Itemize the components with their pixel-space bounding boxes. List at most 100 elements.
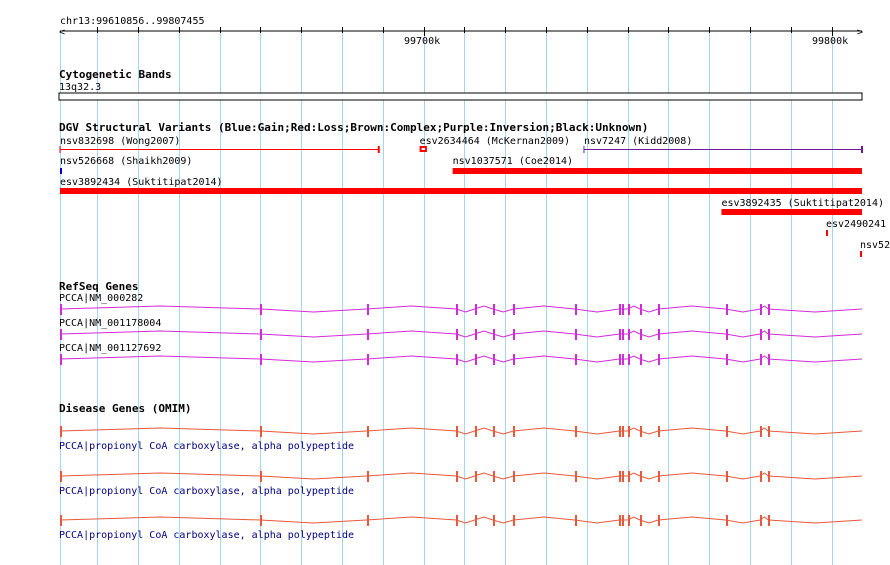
exon-mark[interactable] (367, 426, 369, 437)
exon-mark[interactable] (622, 304, 624, 315)
omim-gene-model[interactable] (59, 515, 863, 526)
exon-mark[interactable] (493, 354, 495, 365)
exon-mark[interactable] (726, 329, 728, 340)
exon-mark[interactable] (513, 471, 515, 482)
exon-mark[interactable] (513, 329, 515, 340)
exon-mark[interactable] (640, 471, 642, 482)
dgv-variant-bar[interactable] (721, 209, 862, 215)
refseq-gene-model[interactable] (59, 354, 863, 365)
exon-mark[interactable] (658, 471, 660, 482)
dgv-variant-nsv832698[interactable]: nsv832698 (Wong2007) (59, 136, 380, 153)
exon-mark[interactable] (760, 304, 762, 315)
exon-mark[interactable] (493, 515, 495, 526)
exon-mark[interactable] (456, 304, 458, 315)
genome-browser-view[interactable]: chr13:99610856..99807455 < > 99700k 9980… (0, 0, 890, 565)
exon-mark[interactable] (513, 304, 515, 315)
exon-mark[interactable] (640, 329, 642, 340)
exon-mark[interactable] (628, 426, 630, 437)
exon-mark[interactable] (726, 304, 728, 315)
exon-mark[interactable] (768, 304, 770, 315)
dgv-track[interactable]: DGV Structural Variants (Blue:Gain;Red:L… (59, 121, 890, 257)
exon-mark[interactable] (619, 304, 621, 315)
exon-mark[interactable] (658, 304, 660, 315)
exon-mark[interactable] (658, 426, 660, 437)
exon-mark[interactable] (640, 515, 642, 526)
exon-mark[interactable] (575, 304, 577, 315)
exon-mark[interactable] (475, 471, 477, 482)
dgv-variant-esv3892435[interactable]: esv3892435 (Suktitipat2014) (721, 198, 884, 215)
exon-mark[interactable] (60, 304, 62, 315)
exon-mark[interactable] (768, 354, 770, 365)
exon-mark[interactable] (260, 515, 262, 526)
exon-mark[interactable] (575, 354, 577, 365)
exon-mark[interactable] (622, 354, 624, 365)
exon-mark[interactable] (658, 329, 660, 340)
exon-mark[interactable] (367, 471, 369, 482)
exon-mark[interactable] (456, 329, 458, 340)
exon-mark[interactable] (658, 515, 660, 526)
exon-mark[interactable] (619, 515, 621, 526)
exon-mark[interactable] (475, 354, 477, 365)
exon-mark[interactable] (493, 304, 495, 315)
exon-mark[interactable] (475, 515, 477, 526)
exon-mark[interactable] (760, 354, 762, 365)
exon-mark[interactable] (575, 426, 577, 437)
exon-mark[interactable] (513, 515, 515, 526)
exon-mark[interactable] (456, 515, 458, 526)
dgv-variant-bar[interactable] (60, 188, 862, 194)
exon-mark[interactable] (619, 329, 621, 340)
exon-mark[interactable] (260, 329, 262, 340)
exon-mark[interactable] (726, 354, 728, 365)
exon-mark[interactable] (622, 426, 624, 437)
exon-mark[interactable] (622, 515, 624, 526)
exon-mark[interactable] (367, 515, 369, 526)
exon-mark[interactable] (622, 329, 624, 340)
exon-mark[interactable] (475, 304, 477, 315)
exon-mark[interactable] (60, 515, 62, 526)
refseq-gene-model[interactable] (59, 329, 863, 340)
exon-mark[interactable] (60, 426, 62, 437)
exon-mark[interactable] (628, 329, 630, 340)
exon-mark[interactable] (658, 354, 660, 365)
exon-mark[interactable] (640, 426, 642, 437)
exon-mark[interactable] (456, 426, 458, 437)
dgv-variant-nsv7247[interactable]: nsv7247 (Kidd2008) (583, 136, 863, 153)
omim-gene-model[interactable] (59, 426, 863, 437)
dgv-variant-bar[interactable] (452, 168, 862, 174)
dgv-features[interactable]: nsv832698 (Wong2007) esv2634464 (McKernan… (59, 136, 890, 257)
exon-mark[interactable] (726, 471, 728, 482)
exon-mark[interactable] (475, 329, 477, 340)
exon-mark[interactable] (760, 426, 762, 437)
cytoband-bar[interactable] (58, 92, 863, 101)
exon-mark[interactable] (622, 471, 624, 482)
exon-mark[interactable] (628, 515, 630, 526)
exon-mark[interactable] (575, 329, 577, 340)
exon-mark[interactable] (493, 471, 495, 482)
exon-mark[interactable] (768, 426, 770, 437)
exon-mark[interactable] (513, 354, 515, 365)
exon-mark[interactable] (493, 426, 495, 437)
refseq-gene-model[interactable] (59, 304, 863, 315)
exon-mark[interactable] (456, 354, 458, 365)
exon-mark[interactable] (760, 515, 762, 526)
dgv-variant-esv2634464[interactable]: esv2634464 (McKernan2009) (419, 136, 571, 152)
exon-mark[interactable] (760, 329, 762, 340)
exon-mark[interactable] (640, 354, 642, 365)
exon-mark[interactable] (768, 329, 770, 340)
exon-mark[interactable] (768, 471, 770, 482)
exon-mark[interactable] (367, 304, 369, 315)
exon-mark[interactable] (367, 329, 369, 340)
exon-mark[interactable] (575, 515, 577, 526)
exon-mark[interactable] (260, 471, 262, 482)
exon-mark[interactable] (640, 304, 642, 315)
exon-mark[interactable] (60, 354, 62, 365)
exon-mark[interactable] (619, 354, 621, 365)
exon-mark[interactable] (456, 471, 458, 482)
omim-gene-model[interactable] (59, 471, 863, 482)
exon-mark[interactable] (760, 471, 762, 482)
dgv-variant-nsv526668[interactable]: nsv526668 (Shaikh2009) (60, 156, 192, 174)
dgv-variant-esv2490241[interactable]: esv2490241 (826, 219, 886, 236)
dgv-variant-nsv1037571[interactable]: nsv1037571 (Coe2014) (452, 156, 862, 174)
exon-mark[interactable] (575, 471, 577, 482)
dgv-variant-nsv52[interactable]: nsv52 (860, 240, 890, 257)
